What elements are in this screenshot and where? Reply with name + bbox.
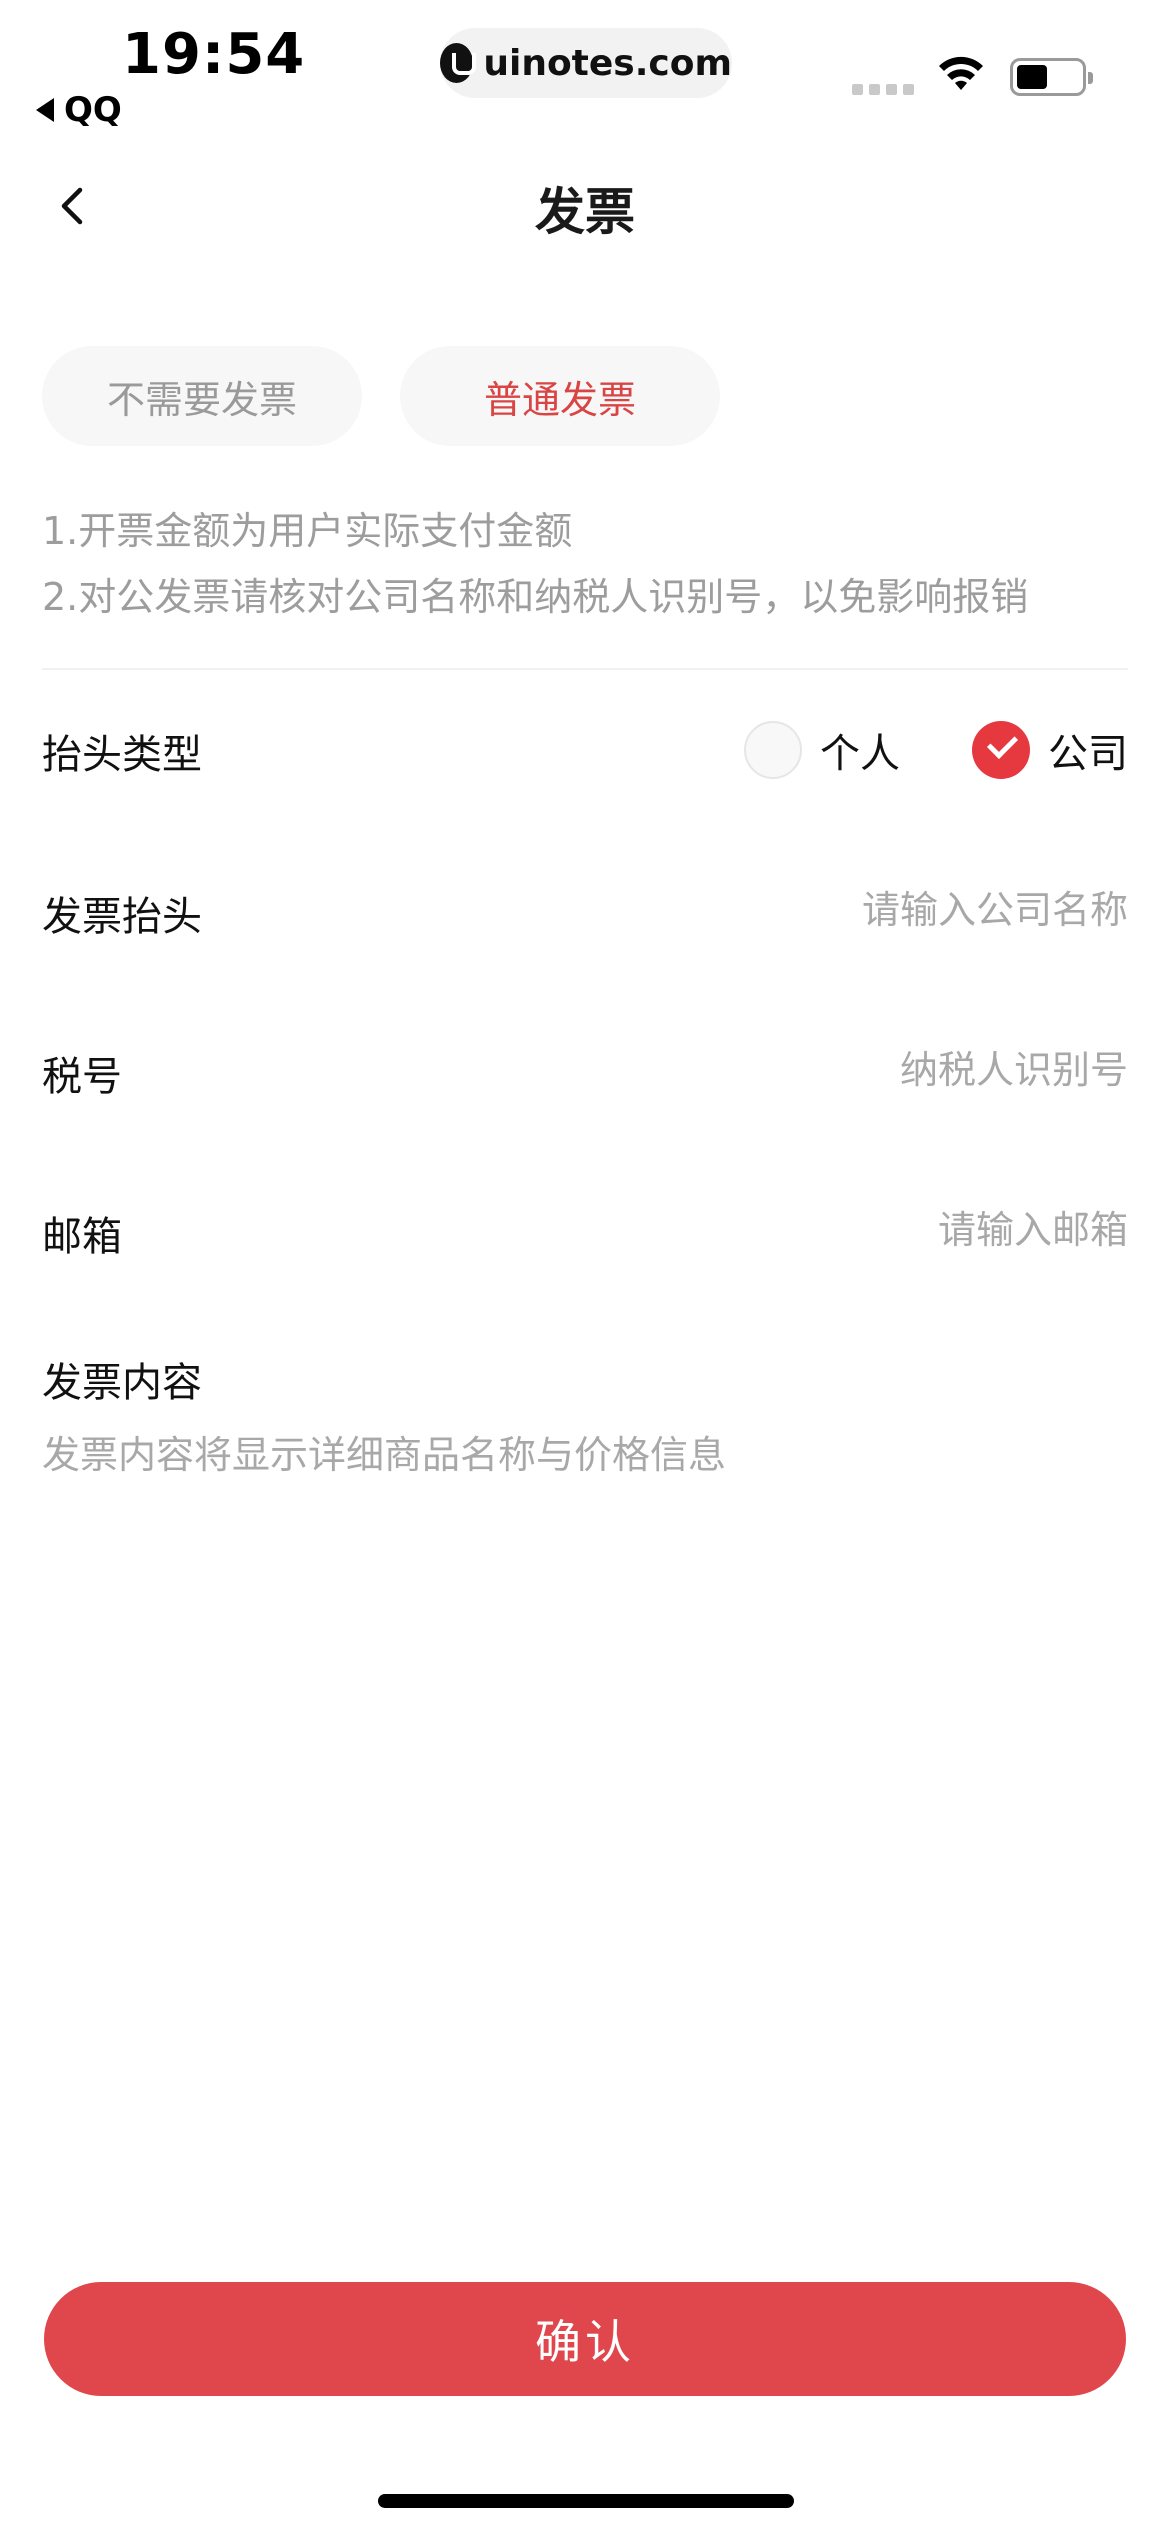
note-line: 2.对公发票请核对公司名称和纳税人识别号，以免影响报销 [42, 575, 1029, 619]
page-title: 发票 [535, 183, 635, 241]
invoice-title-input[interactable] [568, 880, 1128, 940]
radio-personal-label: 个人 [820, 731, 900, 777]
site-logo-icon [440, 43, 477, 83]
tab-normal-invoice[interactable]: 普通发票 [400, 346, 720, 446]
url-pill[interactable]: uinotes.com [440, 28, 732, 98]
home-indicator [378, 2494, 794, 2508]
invoice-title-label: 发票抬头 [42, 894, 202, 940]
header-type-label: 抬头类型 [42, 732, 202, 778]
radio-unchecked-icon [744, 721, 802, 779]
invoice-content-label: 发票内容 [42, 1360, 202, 1406]
url-text: uinotes.com [483, 42, 732, 84]
header-type-radio-group: 个人 公司 [744, 718, 1128, 782]
radio-checked-icon [972, 721, 1030, 779]
back-to-app-link[interactable]: QQ [36, 90, 122, 130]
radio-company[interactable]: 公司 [972, 721, 1128, 779]
invoice-content-description: 发票内容将显示详细商品名称与价格信息 [42, 1433, 727, 1477]
confirm-button[interactable]: 确认 [44, 2282, 1126, 2396]
email-input[interactable] [568, 1200, 1128, 1260]
invoice-notes: 1.开票金额为用户实际支付金额 2.对公发票请核对公司名称和纳税人识别号，以免影… [42, 498, 1028, 630]
invoice-page: 19:54 QQ uinotes.com 发票 不需要发票 普通发票 1.开票金… [0, 0, 1170, 2532]
status-time: 19:54 [122, 22, 306, 87]
note-line: 1.开票金额为用户实际支付金额 [42, 509, 573, 553]
cellular-signal-icon [852, 84, 914, 95]
back-triangle-icon [36, 98, 54, 122]
wifi-icon [939, 56, 983, 90]
email-label: 邮箱 [42, 1214, 122, 1260]
radio-company-label: 公司 [1048, 731, 1128, 777]
back-app-label: QQ [64, 90, 122, 130]
radio-personal[interactable]: 个人 [744, 721, 900, 779]
tax-number-input[interactable] [568, 1040, 1128, 1100]
tab-no-invoice[interactable]: 不需要发票 [42, 346, 362, 446]
battery-icon [1010, 58, 1093, 96]
divider [42, 668, 1128, 670]
tax-number-label: 税号 [42, 1054, 122, 1100]
